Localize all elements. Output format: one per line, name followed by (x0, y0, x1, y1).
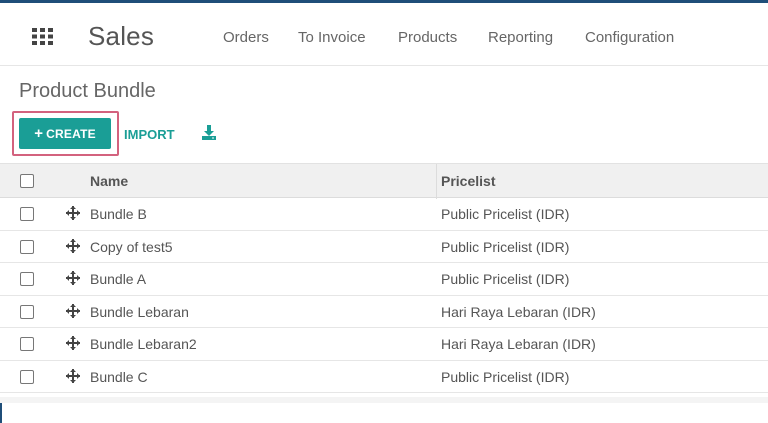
menu-item-orders[interactable]: Orders (223, 29, 269, 46)
create-button-label: CREATE (46, 126, 96, 141)
page-title: Product Bundle (19, 80, 156, 102)
select-all-checkbox[interactable] (20, 174, 34, 188)
cell-pricelist: Public Pricelist (IDR) (441, 368, 570, 385)
table-row[interactable]: Bundle C Public Pricelist (IDR) (0, 361, 768, 393)
table-row[interactable]: Bundle B Public Pricelist (IDR) (0, 198, 768, 231)
cell-name: Bundle B (90, 206, 147, 222)
drag-handle-icon[interactable] (66, 303, 80, 318)
drag-handle-icon[interactable] (66, 271, 80, 285)
cell-pricelist: Public Pricelist (IDR) (441, 271, 570, 287)
menu-item-configuration[interactable]: Configuration (585, 29, 674, 46)
cell-name: Bundle A (90, 271, 147, 287)
table-row[interactable]: Copy of test5 Public Pricelist (IDR) (0, 231, 768, 263)
row-checkbox[interactable] (20, 239, 34, 254)
drag-handle-icon[interactable] (66, 336, 80, 350)
column-header-pricelist[interactable]: Pricelist (441, 173, 495, 189)
import-button[interactable]: IMPORT (124, 127, 175, 142)
window-left-edge (0, 400, 2, 423)
row-checkbox[interactable] (20, 337, 34, 351)
table-row[interactable]: Bundle Lebaran Hari Raya Lebaran (IDR) (0, 296, 768, 328)
column-divider (436, 164, 437, 199)
table-header: Name Pricelist (0, 163, 768, 199)
cell-name: Bundle Lebaran (90, 303, 189, 320)
download-icon[interactable] (202, 125, 216, 140)
top-navbar: Sales Orders To Invoice Products Reporti… (0, 3, 768, 66)
cell-name: Copy of test5 (90, 238, 173, 255)
menu-item-products[interactable]: Products (398, 29, 457, 46)
table-row[interactable]: Bundle Lebaran2 Hari Raya Lebaran (IDR) (0, 328, 768, 361)
table-row[interactable]: Bundle A Public Pricelist (IDR) (0, 263, 768, 296)
table-body: Bundle B Public Pricelist (IDR) Copy of te… (0, 198, 768, 393)
drag-handle-icon[interactable] (66, 368, 80, 383)
row-checkbox[interactable] (20, 207, 34, 221)
drag-handle-icon[interactable] (66, 238, 80, 253)
column-header-name[interactable]: Name (90, 173, 128, 189)
plus-icon: + (34, 125, 44, 142)
drag-handle-icon[interactable] (66, 206, 80, 220)
grid-icon[interactable] (32, 28, 53, 45)
cell-pricelist: Public Pricelist (IDR) (441, 238, 570, 255)
list-table: Name Pricelist Bundle B Public Pricelist … (0, 163, 768, 393)
cell-pricelist: Hari Raya Lebaran (IDR) (441, 303, 596, 320)
cell-pricelist: Hari Raya Lebaran (IDR) (441, 336, 596, 352)
row-checkbox[interactable] (20, 272, 34, 286)
menu-item-to-invoice[interactable]: To Invoice (298, 29, 366, 46)
cell-name: Bundle C (90, 368, 148, 385)
cell-pricelist: Public Pricelist (IDR) (441, 206, 570, 222)
menu-item-reporting[interactable]: Reporting (488, 29, 553, 46)
app-title[interactable]: Sales (88, 21, 154, 52)
row-checkbox[interactable] (20, 304, 34, 319)
cell-name: Bundle Lebaran2 (90, 336, 197, 352)
list-footer (0, 397, 768, 403)
row-checkbox[interactable] (20, 369, 34, 384)
create-button[interactable]: + CREATE (19, 118, 111, 149)
